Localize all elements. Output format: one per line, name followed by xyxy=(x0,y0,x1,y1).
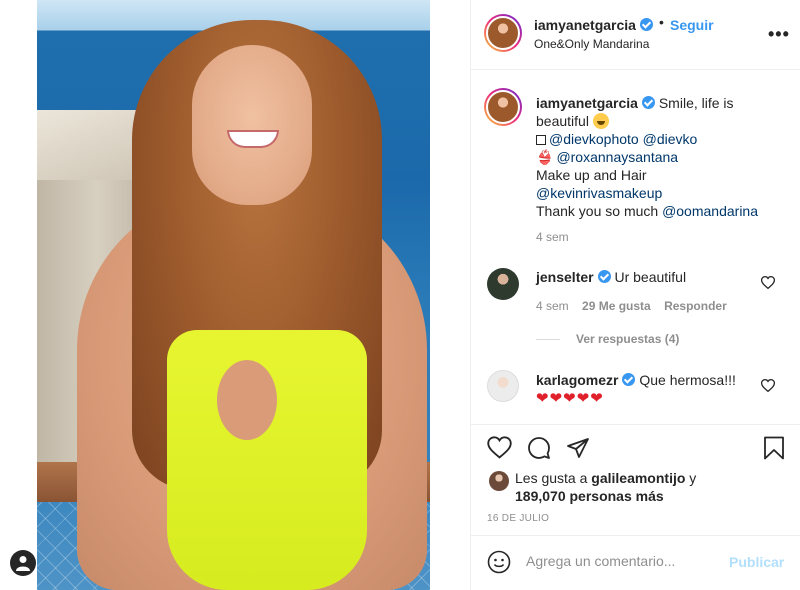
post-date[interactable]: 16 DE JULIO xyxy=(487,513,549,524)
caption-username[interactable]: iamyanetgarcia xyxy=(536,95,638,111)
author-avatar[interactable] xyxy=(484,14,522,52)
bikini-emoji-icon: 👙 xyxy=(536,149,554,165)
photo-face xyxy=(192,45,312,205)
liker-username[interactable]: galileamontijo xyxy=(591,470,685,486)
caption-timestamp[interactable]: 4 sem xyxy=(536,230,569,244)
author-username[interactable]: iamyanetgarcia xyxy=(534,17,653,33)
actions-divider xyxy=(471,424,800,425)
camera-emoji-icon xyxy=(536,135,546,145)
likes-text: Les gusta a galileamontijo y 189,070 per… xyxy=(515,470,697,504)
caption-text: iamyanetgarcia Smile, life is beautiful … xyxy=(536,94,786,220)
photo-swimsuit-cutout xyxy=(217,360,277,440)
mention-link[interactable]: @roxannaysantana xyxy=(556,149,678,165)
view-replies-button[interactable]: Ver respuestas (4) xyxy=(536,332,679,346)
comment-body: Ur beautiful xyxy=(614,269,687,285)
save-icon[interactable] xyxy=(763,436,785,465)
commenter-avatar[interactable] xyxy=(487,370,519,402)
mention-link[interactable]: @oomandarina xyxy=(662,203,758,219)
tagged-user-icon[interactable] xyxy=(10,550,36,576)
share-icon[interactable] xyxy=(566,436,590,465)
commenter-avatar[interactable] xyxy=(487,268,519,300)
post-side-panel: iamyanetgarcia • Seguir One&Only Mandari… xyxy=(470,0,800,590)
mention-link[interactable]: @dievko xyxy=(643,131,698,147)
verified-badge-icon xyxy=(597,270,611,283)
verified-badge-icon xyxy=(641,96,655,109)
likes-count-link[interactable]: 189,070 personas más xyxy=(515,488,664,504)
caption-author-avatar[interactable] xyxy=(484,88,522,126)
comment-text: jenselter Ur beautiful xyxy=(536,268,686,286)
more-icon[interactable]: ••• xyxy=(768,24,790,45)
emoji-picker-icon[interactable] xyxy=(487,550,511,579)
comment-meta: 4 sem 29 Me gusta Responder xyxy=(536,299,727,313)
comment-body: Que hermosa!!! xyxy=(639,372,736,388)
replies-divider xyxy=(536,339,560,341)
commenter-username[interactable]: karlagomezr xyxy=(536,372,618,388)
like-icon[interactable] xyxy=(487,436,512,464)
verified-badge-icon xyxy=(622,373,636,386)
commenter-username[interactable]: jenselter xyxy=(536,269,594,285)
verified-badge-icon xyxy=(639,18,653,31)
reply-button[interactable]: Responder xyxy=(664,299,727,313)
comment-like-icon[interactable] xyxy=(760,379,776,397)
follow-button[interactable]: Seguir xyxy=(670,17,714,33)
comment-input[interactable]: Agrega un comentario... xyxy=(526,553,675,569)
post-media-area xyxy=(0,0,470,590)
comment-text: karlagomezr Que hermosa!!! ❤❤❤❤❤ xyxy=(536,371,736,408)
separator-dot: • xyxy=(659,14,664,30)
photo-swimsuit xyxy=(167,330,367,590)
liker-avatar[interactable] xyxy=(489,471,509,491)
post-header: iamyanetgarcia • Seguir One&Only Mandari… xyxy=(471,0,800,70)
caption-makeup-line: Make up and Hair xyxy=(536,167,647,183)
hearts-emoji: ❤❤❤❤❤ xyxy=(536,390,604,407)
photo-wall-top xyxy=(37,110,137,180)
add-comment-divider xyxy=(471,535,800,536)
location-link[interactable]: One&Only Mandarina xyxy=(534,37,649,51)
mention-link[interactable]: @kevinrivasmakeup xyxy=(536,185,662,201)
comment-like-count[interactable]: 29 Me gusta xyxy=(582,299,651,313)
caption-thanks: Thank you so much xyxy=(536,203,659,219)
comment-like-icon[interactable] xyxy=(760,276,776,294)
mention-link[interactable]: @dievkophoto xyxy=(549,131,639,147)
publish-button[interactable]: Publicar xyxy=(729,554,784,570)
comment-timestamp[interactable]: 4 sem xyxy=(536,299,569,313)
comment-icon[interactable] xyxy=(527,436,551,465)
smile-emoji-icon xyxy=(592,113,609,129)
post-photo[interactable] xyxy=(37,0,430,590)
